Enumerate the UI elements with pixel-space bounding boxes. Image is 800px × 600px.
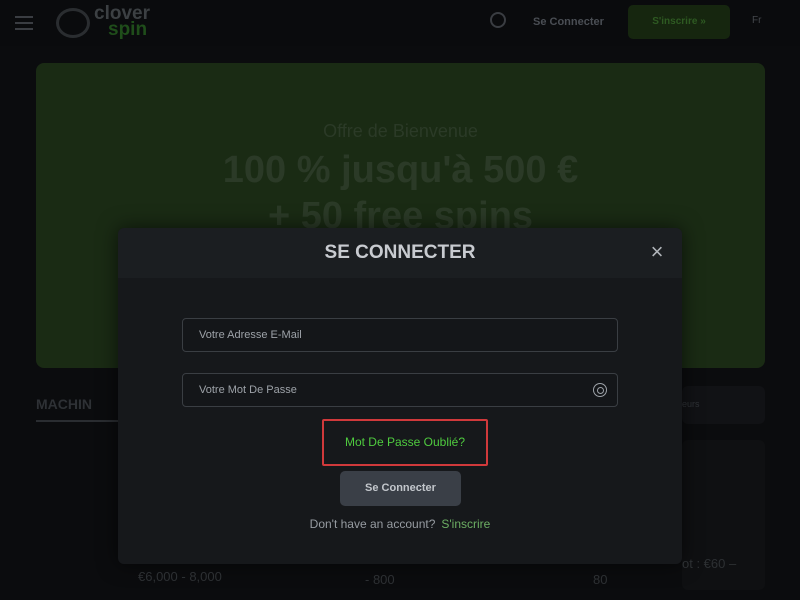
card-text: €6,000 - 8,000 — [138, 569, 222, 584]
signup-link[interactable]: S'inscrire — [441, 517, 490, 531]
password-placeholder: Votre Mot De Passe — [199, 384, 297, 396]
search-icon[interactable] — [490, 12, 506, 28]
login-modal: SE CONNECTER × Votre Adresse E-Mail Votr… — [118, 228, 682, 564]
modal-title: SE CONNECTER — [118, 228, 682, 278]
section-underline — [36, 420, 118, 422]
header-login-link[interactable]: Se Connecter — [533, 16, 604, 28]
no-account-text: Don't have an account? — [309, 517, 436, 531]
section-title: MACHIN — [36, 396, 92, 412]
card-text: ot : €60 – — [682, 556, 737, 571]
header-signup-button[interactable]: S'inscrire » — [628, 5, 730, 39]
email-field[interactable]: Votre Adresse E-Mail — [182, 318, 618, 352]
signup-prompt: Don't have an account? S'inscrire — [118, 517, 682, 531]
close-icon[interactable]: × — [648, 241, 666, 263]
filter-dropdown[interactable]: eurs — [682, 386, 765, 424]
menu-icon[interactable] — [15, 16, 33, 30]
logo[interactable]: clover spin — [54, 4, 150, 40]
password-field[interactable]: Votre Mot De Passe — [182, 373, 618, 407]
eye-icon[interactable] — [593, 383, 607, 397]
banner-title: 100 % jusqu'à 500 € + 50 free spins — [36, 147, 765, 239]
language-selector[interactable]: Fr — [752, 15, 761, 26]
filter-label: eurs — [682, 399, 700, 409]
banner-title-line: 100 % jusqu'à 500 € — [222, 149, 579, 191]
header: clover spin Se Connecter S'inscrire » Fr — [0, 0, 800, 46]
banner-subtitle: Offre de Bienvenue — [323, 121, 478, 141]
forgot-password-link[interactable]: Mot De Passe Oublié? — [322, 419, 488, 466]
logo-text: spin — [108, 19, 148, 40]
card-text: 80 — [593, 572, 608, 587]
login-submit-button[interactable]: Se Connecter — [340, 471, 461, 506]
card-text: - 800 — [365, 572, 395, 587]
